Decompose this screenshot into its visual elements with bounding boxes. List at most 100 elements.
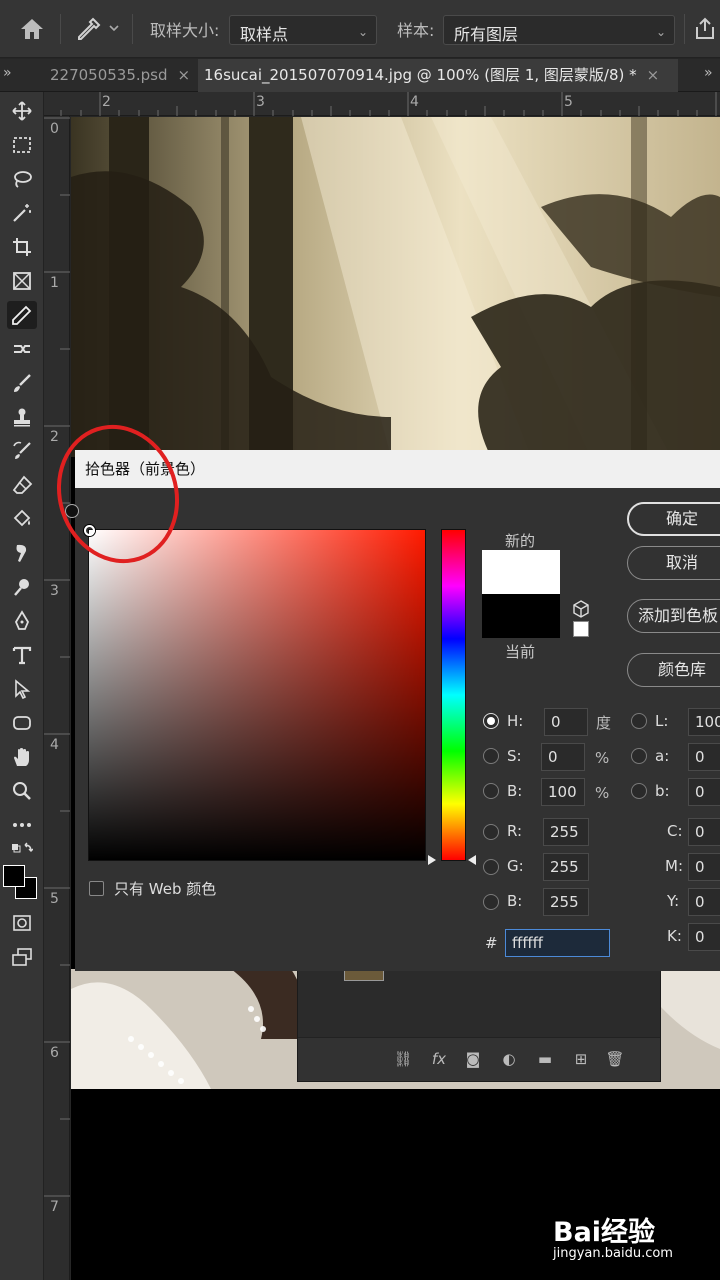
eyedropper-icon	[12, 305, 32, 325]
web-colors-only-option[interactable]: 只有 Web 颜色	[89, 878, 216, 899]
mode-radio-h[interactable]	[483, 713, 499, 729]
blur-tool[interactable]	[7, 539, 37, 567]
a-input[interactable]: 0	[688, 743, 720, 771]
pen-tool[interactable]	[7, 607, 37, 635]
more-tools[interactable]	[7, 811, 37, 839]
b-input[interactable]: 100	[541, 778, 585, 806]
color-picker-title-bar[interactable]: 拾色器（前景色）	[75, 450, 720, 488]
eyedropper-sample-indicator	[65, 504, 79, 518]
blue-input[interactable]: 255	[543, 888, 589, 916]
blue-label: B:	[507, 892, 523, 910]
color-libraries-button[interactable]: 颜色库	[627, 653, 720, 687]
add-to-swatches-button[interactable]: 添加到色板	[627, 599, 720, 633]
fx-icon[interactable]: fx	[428, 1048, 450, 1070]
new-layer-icon[interactable]: ⊞	[570, 1048, 592, 1070]
swap-colors[interactable]	[7, 837, 37, 865]
close-icon[interactable]: ×	[178, 66, 191, 84]
mode-radio-blue[interactable]	[483, 894, 499, 910]
mode-radio-l[interactable]	[631, 713, 647, 729]
adjustment-layer-icon[interactable]: ◐	[498, 1048, 520, 1070]
ruler-label: 1	[50, 275, 59, 291]
tab-psd-document[interactable]: 227050535.psd ×	[44, 59, 196, 92]
lasso-tool[interactable]	[7, 165, 37, 193]
m-input[interactable]: 0	[688, 853, 720, 881]
move-tool[interactable]	[7, 97, 37, 125]
ruler-label: 4	[50, 737, 59, 753]
out-of-gamut-cube-icon[interactable]	[572, 600, 590, 618]
sample-size-select[interactable]: 取样点 ⌄	[229, 15, 377, 45]
color-field-marker[interactable]	[84, 525, 95, 536]
current-color-swatch[interactable]	[482, 594, 560, 638]
web-colors-checkbox[interactable]	[89, 881, 104, 896]
new-color-swatch	[482, 550, 560, 594]
healing-brush-tool[interactable]	[7, 335, 37, 363]
history-brush-tool[interactable]	[7, 437, 37, 465]
m-label: M:	[665, 857, 683, 875]
stamp-tool[interactable]	[7, 403, 37, 431]
lab-b-input[interactable]: 0	[688, 778, 720, 806]
hue-slider[interactable]	[441, 529, 466, 861]
a-label: a:	[655, 747, 670, 765]
r-label: R:	[507, 822, 523, 840]
dodge-icon	[14, 579, 29, 596]
ruler-label: 7	[50, 1199, 59, 1215]
ok-button[interactable]: 确定	[627, 502, 720, 536]
path-selection-tool[interactable]	[7, 675, 37, 703]
share-icon[interactable]	[692, 16, 718, 42]
cancel-button[interactable]: 取消	[627, 546, 720, 580]
k-input[interactable]: 0	[688, 923, 720, 951]
chevron-down-icon[interactable]	[108, 22, 120, 34]
link-layers-icon[interactable]: ⛓	[392, 1048, 414, 1070]
add-mask-icon[interactable]: ◙	[462, 1048, 484, 1070]
mode-radio-a[interactable]	[631, 748, 647, 764]
home-icon[interactable]	[18, 16, 46, 42]
eyedropper-tool[interactable]	[7, 301, 37, 329]
mode-radio-b[interactable]	[483, 783, 499, 799]
hex-input[interactable]: ffffff	[505, 929, 610, 957]
mode-radio-g[interactable]	[483, 859, 499, 875]
dodge-tool[interactable]	[7, 573, 37, 601]
eraser-tool[interactable]	[7, 471, 37, 499]
mode-radio-s[interactable]	[483, 748, 499, 764]
frame-tool[interactable]	[7, 267, 37, 295]
g-input[interactable]: 255	[543, 853, 589, 881]
mode-radio-lab-b[interactable]	[631, 783, 647, 799]
mode-radio-r[interactable]	[483, 824, 499, 840]
tab-label: 16sucai_201507070914.jpg @ 100% (图层 1, 图…	[204, 66, 637, 84]
brush-tool[interactable]	[7, 369, 37, 397]
foreground-color-swatch[interactable]	[3, 865, 25, 887]
folder-icon[interactable]: ▬	[534, 1048, 556, 1070]
type-tool[interactable]	[7, 641, 37, 669]
l-input[interactable]: 100	[688, 708, 720, 736]
divider	[132, 14, 133, 44]
magic-wand-tool[interactable]	[7, 199, 37, 227]
r-input[interactable]: 255	[543, 818, 589, 846]
saturation-brightness-field[interactable]	[84, 525, 426, 861]
paint-bucket-tool[interactable]	[7, 505, 37, 533]
hue-slider-right-arrow[interactable]	[468, 855, 476, 865]
dialog-title: 拾色器（前景色）	[85, 460, 206, 478]
screen-mode[interactable]	[7, 943, 37, 971]
eyedropper-tool-preset-icon[interactable]	[76, 17, 102, 43]
trash-icon[interactable]: 🗑	[604, 1048, 626, 1070]
ok-button-label: 确定	[665, 509, 698, 528]
sample-value: 所有图层	[454, 25, 519, 44]
zoom-tool[interactable]	[7, 777, 37, 805]
c-input[interactable]: 0	[688, 818, 720, 846]
tab-active-document[interactable]: 16sucai_201507070914.jpg @ 100% (图层 1, 图…	[198, 59, 678, 92]
crop-tool[interactable]	[7, 233, 37, 261]
s-input[interactable]: 0	[541, 743, 585, 771]
hand-tool[interactable]	[7, 743, 37, 771]
marquee-tool[interactable]	[7, 131, 37, 159]
watermark: Bai经验 jingyan.baidu.com	[553, 1210, 718, 1268]
y-input[interactable]: 0	[688, 888, 720, 916]
tab-overflow-icon[interactable]: »	[704, 59, 713, 87]
panel-collapse-icon[interactable]: »	[3, 59, 12, 87]
web-safe-color-swatch[interactable]	[573, 621, 589, 637]
hue-slider-left-arrow[interactable]	[428, 855, 436, 865]
close-icon[interactable]: ×	[647, 66, 660, 84]
shape-tool[interactable]	[7, 709, 37, 737]
h-input[interactable]: 0	[544, 708, 588, 736]
quick-mask-mode[interactable]	[7, 909, 37, 937]
sample-select[interactable]: 所有图层 ⌄	[443, 15, 675, 45]
